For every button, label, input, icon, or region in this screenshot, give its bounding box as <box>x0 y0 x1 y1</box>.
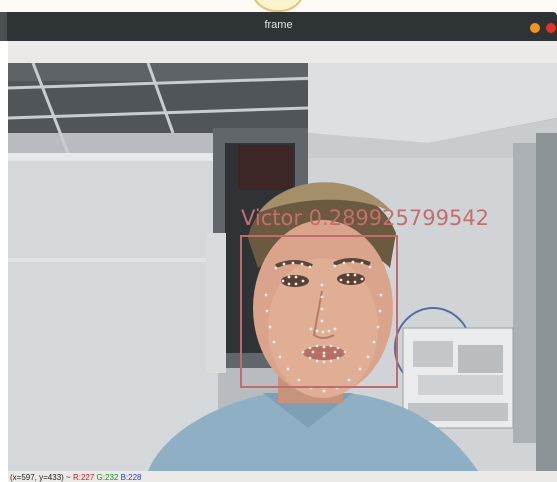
pixel-red-value: R:227 <box>72 473 95 482</box>
pixel-info: (x=597, y=433) ~ R:227 G:232 B:228 <box>10 473 141 482</box>
close-icon[interactable] <box>546 23 556 33</box>
pixel-blue-value: B:228 <box>120 473 142 482</box>
window-toolbar <box>8 41 557 63</box>
face-recognition-label: Victor 0.289925799542 <box>241 206 490 230</box>
pixel-coordinates: (x=597, y=433) ~ <box>10 473 71 482</box>
face-detection-box <box>240 235 398 388</box>
window-title: frame <box>264 19 293 31</box>
minimize-icon[interactable] <box>530 23 540 33</box>
camera-frame: Victor 0.289925799542 <box>8 63 557 471</box>
pixel-green-value: G:232 <box>96 473 119 482</box>
